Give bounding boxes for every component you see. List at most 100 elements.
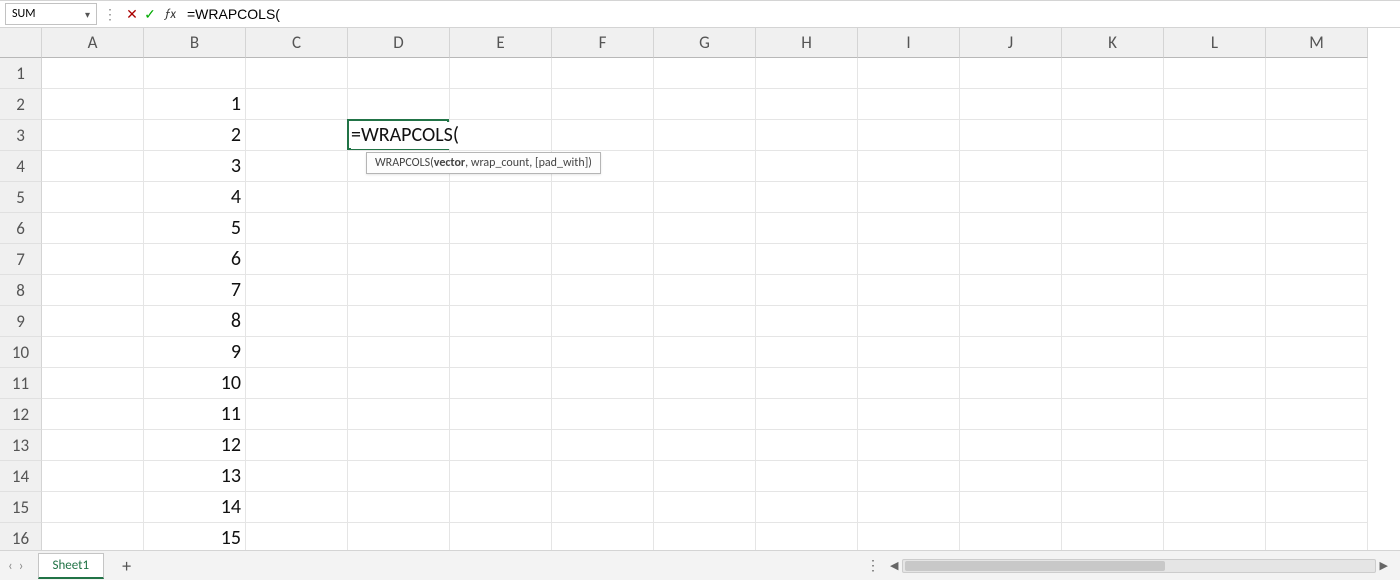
- cell[interactable]: [960, 89, 1062, 120]
- formula-input[interactable]: [179, 1, 1400, 27]
- cell[interactable]: [450, 58, 552, 89]
- cell[interactable]: [42, 151, 144, 182]
- cell[interactable]: [42, 120, 144, 151]
- cell[interactable]: [756, 89, 858, 120]
- chevron-down-icon[interactable]: ▾: [85, 8, 90, 21]
- row-header[interactable]: 9: [0, 306, 42, 337]
- accept-formula-button[interactable]: ✓: [141, 3, 159, 25]
- cell[interactable]: [654, 213, 756, 244]
- cell[interactable]: [858, 151, 960, 182]
- row-header[interactable]: 12: [0, 399, 42, 430]
- scroll-left-button[interactable]: ◀: [886, 559, 902, 572]
- cell[interactable]: [858, 213, 960, 244]
- column-header[interactable]: B: [144, 28, 246, 58]
- cell[interactable]: [552, 492, 654, 523]
- cell[interactable]: 4: [144, 182, 246, 213]
- cell[interactable]: [960, 244, 1062, 275]
- cell[interactable]: [246, 275, 348, 306]
- cell[interactable]: [552, 58, 654, 89]
- cell[interactable]: [348, 275, 450, 306]
- cell[interactable]: 12: [144, 430, 246, 461]
- cell[interactable]: [450, 337, 552, 368]
- cell[interactable]: [246, 430, 348, 461]
- sheet-prev-button[interactable]: ‹: [8, 557, 13, 574]
- cell[interactable]: [450, 89, 552, 120]
- column-header[interactable]: M: [1266, 28, 1368, 58]
- cell[interactable]: [552, 89, 654, 120]
- cell[interactable]: [348, 399, 450, 430]
- cell[interactable]: [1164, 275, 1266, 306]
- row-header[interactable]: 8: [0, 275, 42, 306]
- scrollbar-thumb[interactable]: [905, 561, 1164, 571]
- row-header[interactable]: 1: [0, 58, 42, 89]
- cell[interactable]: [1164, 430, 1266, 461]
- cell[interactable]: [858, 399, 960, 430]
- cell[interactable]: [246, 337, 348, 368]
- cell[interactable]: [858, 275, 960, 306]
- cell[interactable]: [756, 337, 858, 368]
- row-header[interactable]: 15: [0, 492, 42, 523]
- cell[interactable]: [960, 275, 1062, 306]
- column-header[interactable]: D: [348, 28, 450, 58]
- active-cell-text[interactable]: =WRAPCOLS(: [351, 122, 459, 149]
- cell[interactable]: [1164, 89, 1266, 120]
- cell[interactable]: [756, 461, 858, 492]
- row-header[interactable]: 3: [0, 120, 42, 151]
- cell[interactable]: [42, 58, 144, 89]
- cell[interactable]: [450, 213, 552, 244]
- cell[interactable]: [858, 182, 960, 213]
- cell[interactable]: [1164, 182, 1266, 213]
- cell[interactable]: [450, 399, 552, 430]
- cell[interactable]: [246, 244, 348, 275]
- cell[interactable]: [1164, 492, 1266, 523]
- spreadsheet-grid[interactable]: ABCDEFGHIJKLM 12132435465768798109111012…: [0, 28, 1400, 554]
- cell[interactable]: [552, 244, 654, 275]
- row-header[interactable]: 2: [0, 89, 42, 120]
- cell[interactable]: [960, 399, 1062, 430]
- cell[interactable]: [1164, 213, 1266, 244]
- row-header[interactable]: 5: [0, 182, 42, 213]
- cell[interactable]: [552, 275, 654, 306]
- cell[interactable]: [654, 275, 756, 306]
- cell[interactable]: [450, 430, 552, 461]
- cell[interactable]: [42, 492, 144, 523]
- cell[interactable]: [1266, 492, 1368, 523]
- cell[interactable]: [756, 213, 858, 244]
- cell[interactable]: [1164, 337, 1266, 368]
- cell[interactable]: [42, 244, 144, 275]
- cell[interactable]: [348, 368, 450, 399]
- cell[interactable]: [858, 337, 960, 368]
- cell[interactable]: [1266, 89, 1368, 120]
- sheet-next-button[interactable]: ›: [19, 557, 24, 574]
- cell[interactable]: [756, 182, 858, 213]
- cell[interactable]: [1266, 58, 1368, 89]
- cell[interactable]: [348, 306, 450, 337]
- cell[interactable]: [1164, 306, 1266, 337]
- cell[interactable]: [960, 58, 1062, 89]
- column-header[interactable]: C: [246, 28, 348, 58]
- cell[interactable]: 10: [144, 368, 246, 399]
- cell[interactable]: [1266, 213, 1368, 244]
- cell[interactable]: [1266, 337, 1368, 368]
- cell[interactable]: 14: [144, 492, 246, 523]
- cell[interactable]: [1062, 461, 1164, 492]
- cell[interactable]: [552, 120, 654, 151]
- cell[interactable]: [246, 182, 348, 213]
- cell[interactable]: [960, 306, 1062, 337]
- cell[interactable]: [858, 368, 960, 399]
- cell[interactable]: [1164, 461, 1266, 492]
- tooltip-arg-rest[interactable]: , wrap_count, [pad_with]): [465, 156, 592, 170]
- row-header[interactable]: 4: [0, 151, 42, 182]
- cell[interactable]: [1062, 275, 1164, 306]
- cell[interactable]: [42, 368, 144, 399]
- cell[interactable]: [960, 461, 1062, 492]
- row-header[interactable]: 13: [0, 430, 42, 461]
- cell[interactable]: [1266, 275, 1368, 306]
- cell[interactable]: [1062, 151, 1164, 182]
- cell[interactable]: [1266, 399, 1368, 430]
- cell[interactable]: [348, 89, 450, 120]
- cell[interactable]: [42, 89, 144, 120]
- cell[interactable]: [654, 120, 756, 151]
- column-header[interactable]: K: [1062, 28, 1164, 58]
- cell[interactable]: [246, 213, 348, 244]
